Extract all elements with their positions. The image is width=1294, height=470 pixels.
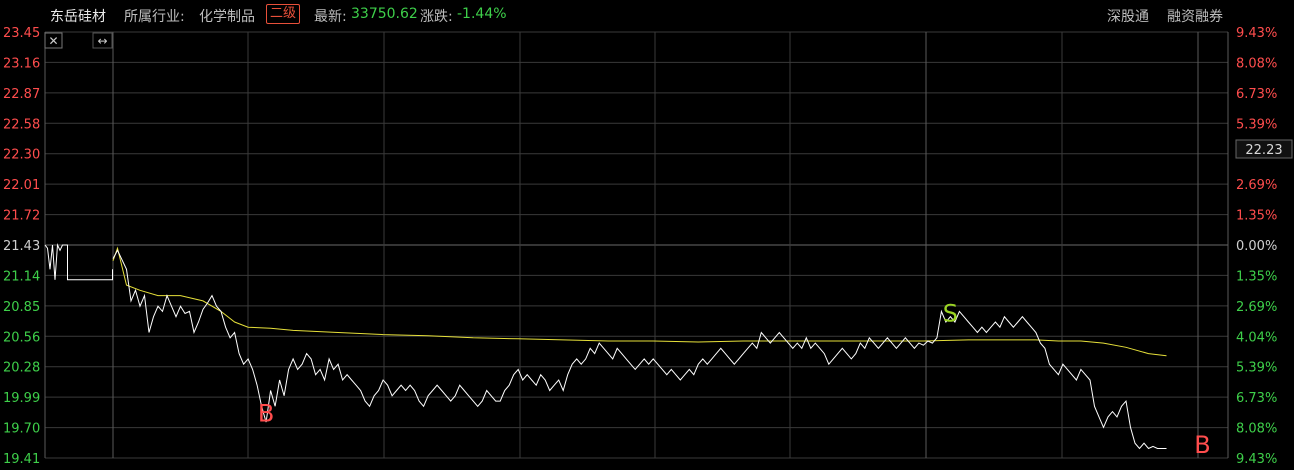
percent-tick-label: 4.04% (1236, 330, 1277, 345)
percent-tick-label: 1.35% (1236, 269, 1277, 284)
current-price-tag: 22.23 (1235, 139, 1293, 159)
percent-tick-label: 9.43% (1236, 26, 1277, 41)
average-price-line (112, 246, 1167, 357)
sell-marker: S (943, 299, 958, 327)
percent-tick-label: 8.08% (1236, 56, 1277, 71)
price-tick-label: 22.58 (3, 117, 40, 132)
price-tick-label: 19.70 (3, 422, 40, 437)
price-tick-label: 20.28 (3, 361, 40, 376)
percent-tick-label: 0.00% (1236, 239, 1277, 254)
percent-tick-label: 5.39% (1236, 361, 1277, 376)
chart-grid (44, 31, 1229, 459)
price-tick-label: 23.16 (3, 56, 40, 71)
current-price-label: 22.23 (1245, 143, 1282, 158)
percent-axis: 9.43% 8.08% 6.73% 5.39% 4.04% 2.69% 1.35% 0.00%… (1236, 26, 1277, 467)
price-tick-label: 20.85 (3, 300, 40, 315)
close-icon: ✕ (48, 34, 58, 48)
close-button[interactable]: ✕ (44, 32, 63, 49)
resize-button[interactable]: ↔ (92, 32, 113, 49)
buy-marker: B (258, 400, 274, 428)
trade-markers: B S B (258, 299, 1211, 459)
percent-tick-label: 6.73% (1236, 391, 1277, 406)
price-tick-label: 21.43 (3, 239, 40, 254)
price-axis: 23.45 23.16 22.87 22.58 22.30 22.01 21.72 21.43… (3, 26, 40, 467)
price-tick-label: 22.01 (3, 178, 40, 193)
price-tick-label: 20.56 (3, 330, 40, 345)
price-tick-label: 19.41 (3, 452, 40, 467)
price-tick-label: 21.14 (3, 269, 40, 284)
price-tick-label: 21.72 (3, 209, 40, 224)
buy-marker: B (1194, 431, 1210, 459)
price-tick-label: 22.87 (3, 87, 40, 102)
percent-tick-label: 8.08% (1236, 422, 1277, 437)
percent-tick-label: 9.43% (1236, 452, 1277, 467)
percent-tick-label: 2.69% (1236, 178, 1277, 193)
percent-tick-label: 1.35% (1236, 209, 1277, 224)
price-tick-label: 19.99 (3, 391, 40, 406)
price-tick-label: 23.45 (3, 26, 40, 41)
intraday-chart[interactable]: 23.45 23.16 22.87 22.58 22.30 22.01 21.72 21.43… (0, 0, 1294, 470)
percent-tick-label: 2.69% (1236, 300, 1277, 315)
pre-market-line (44, 243, 113, 281)
percent-tick-label: 5.39% (1236, 117, 1277, 132)
resize-icon: ↔ (97, 34, 107, 48)
price-tick-label: 22.30 (3, 148, 40, 163)
percent-tick-label: 6.73% (1236, 87, 1277, 102)
